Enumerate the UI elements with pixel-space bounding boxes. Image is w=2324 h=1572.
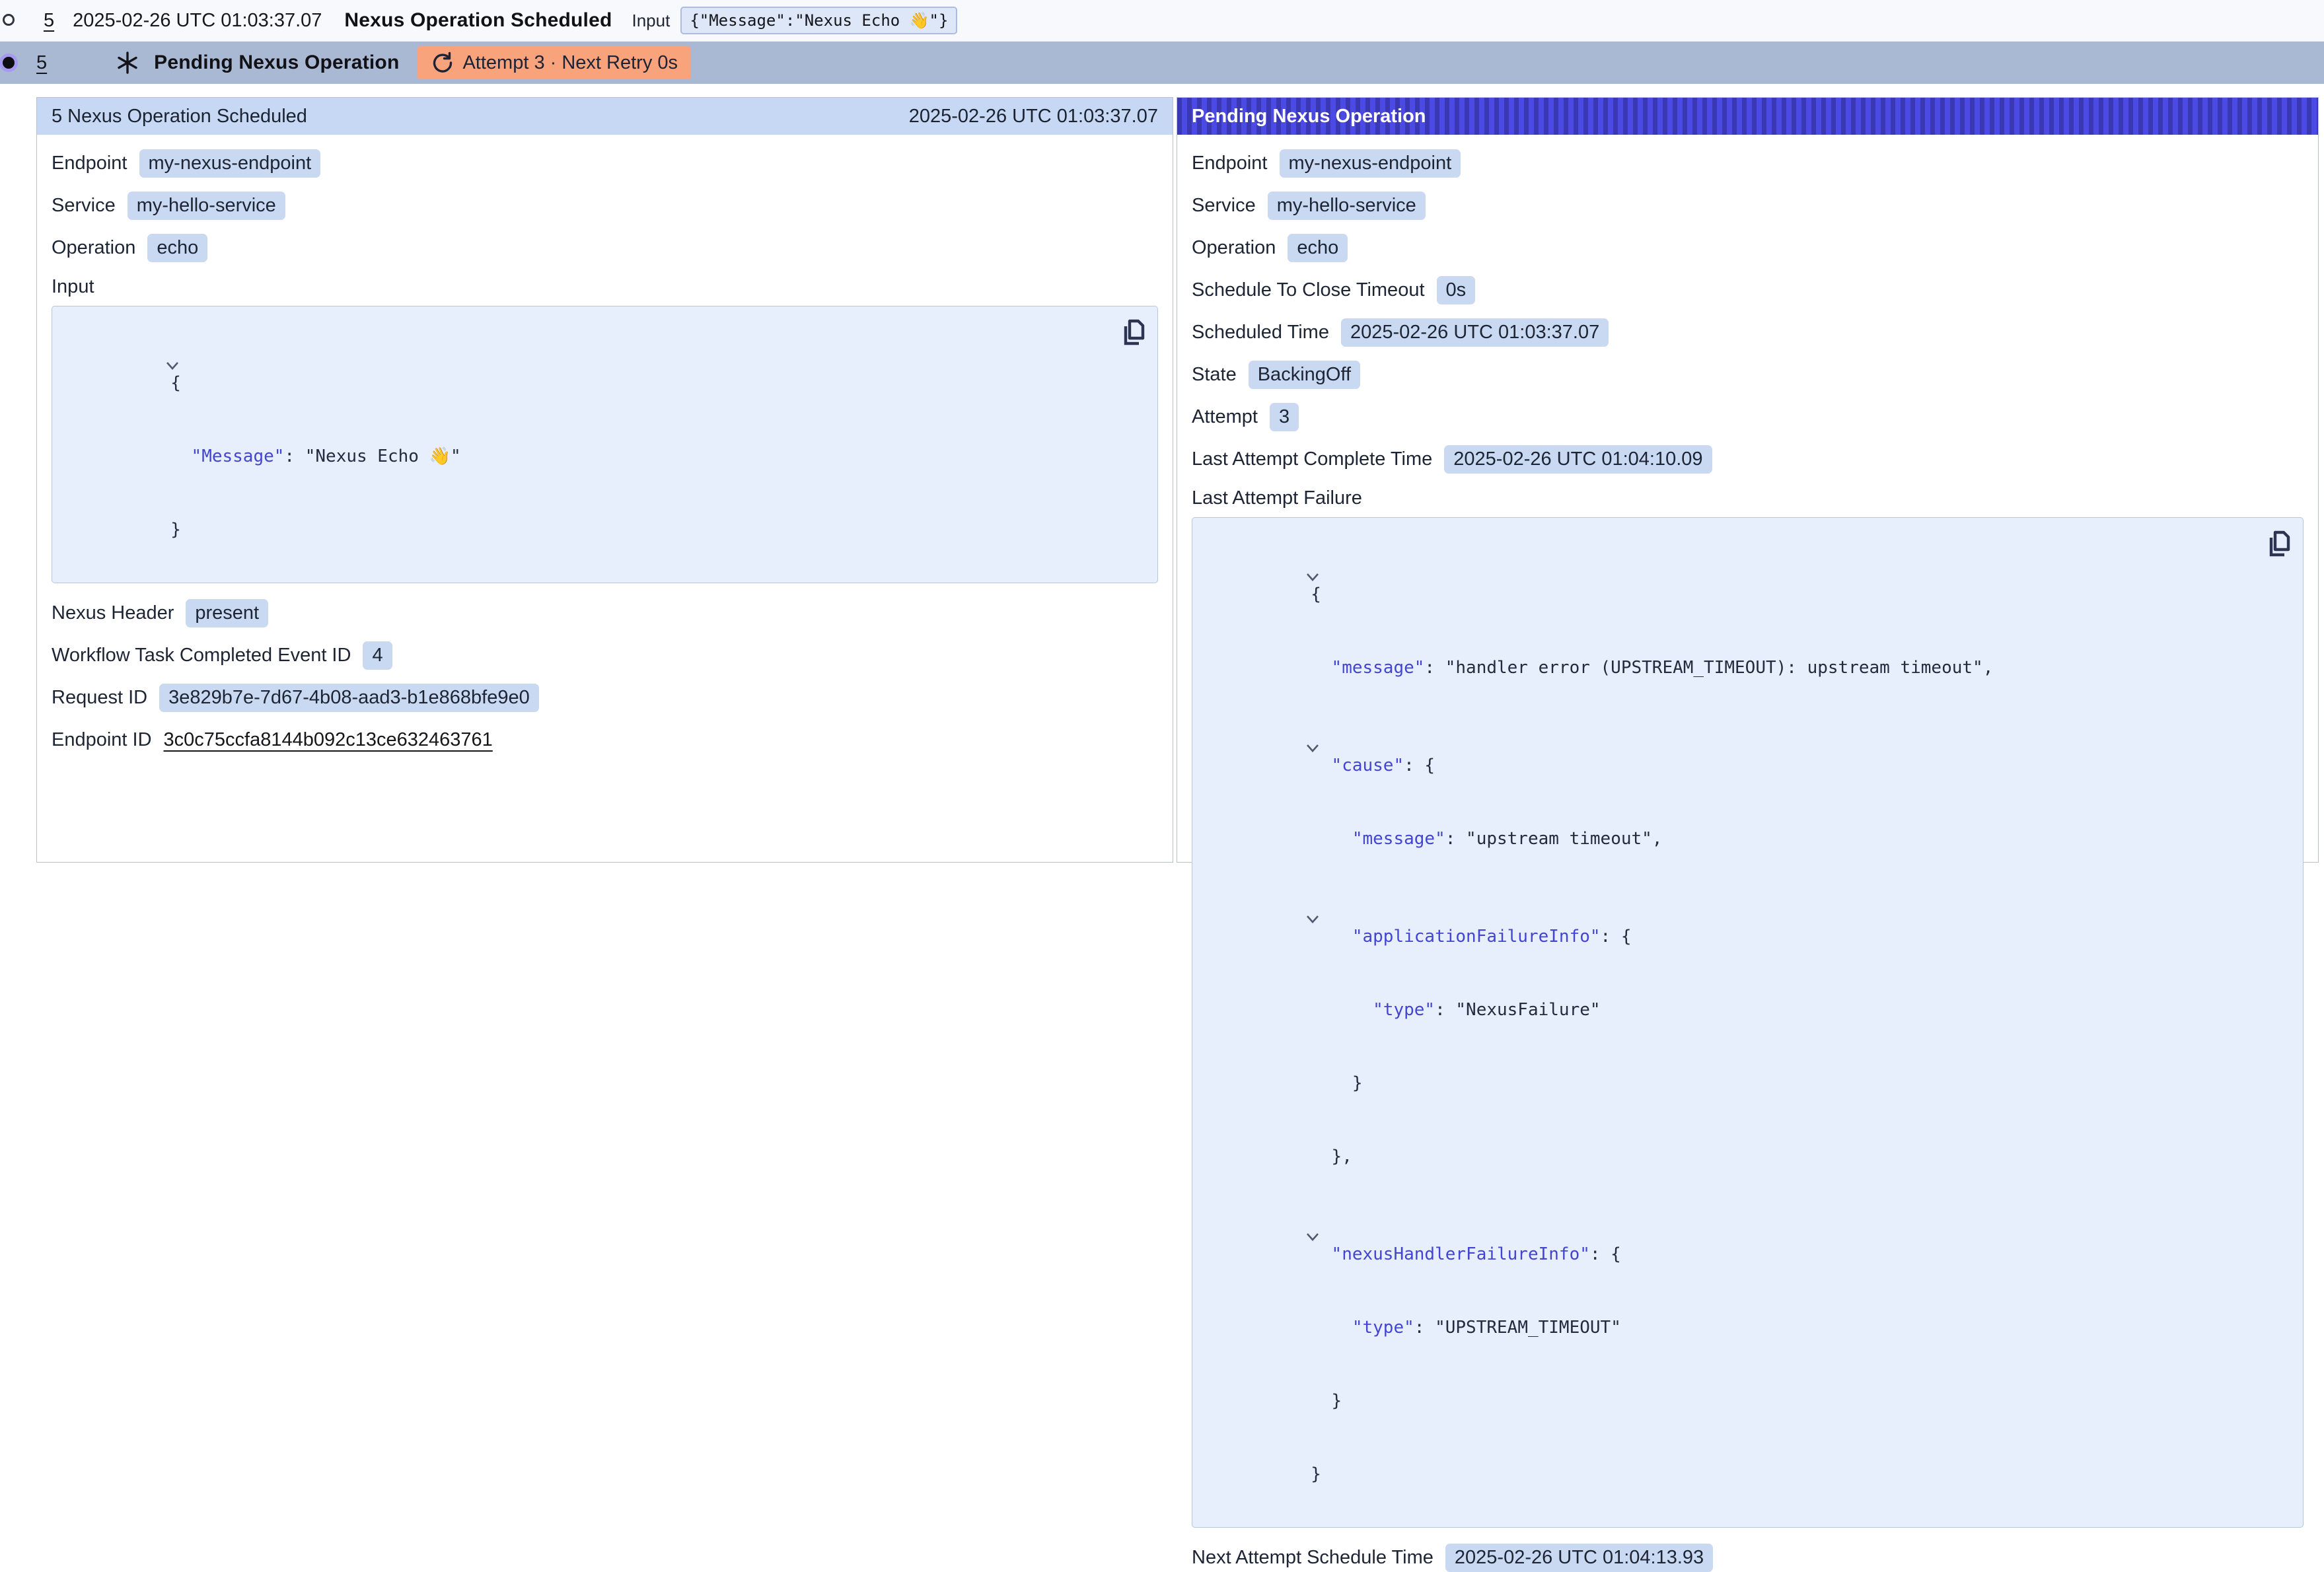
event-detail-header-title: 5 Nexus Operation Scheduled: [52, 106, 307, 127]
field-next-attempt-schedule-time: Next Attempt Schedule Time 2025-02-26 UT…: [1192, 1544, 2304, 1572]
event-row-scheduled[interactable]: 5 2025-02-26 UTC 01:03:37.07 Nexus Opera…: [0, 0, 2324, 42]
failure-json-block: { "message": "handler error (UPSTREAM_TI…: [1192, 517, 2304, 1528]
json-line: "Message": "Nexus Echo 👋": [52, 420, 1105, 493]
event-detail-card: 5 Nexus Operation Scheduled 2025-02-26 U…: [36, 97, 1173, 863]
event-timestamp: 2025-02-26 UTC 01:03:37.07: [73, 10, 322, 32]
pending-title: Pending Nexus Operation: [154, 52, 399, 74]
field-value-badge: 0s: [1437, 276, 1476, 304]
collapse-caret-icon[interactable]: [61, 330, 76, 340]
field-endpoint: Endpoint my-nexus-endpoint: [52, 149, 1158, 178]
field-label: Next Attempt Schedule Time: [1192, 1547, 1434, 1569]
field-operation: Operation echo: [52, 234, 1158, 262]
field-endpoint-id: Endpoint ID 3c0c75ccfa8144b092c13ce63246…: [52, 726, 1158, 754]
event-input-preview-chip[interactable]: {"Message":"Nexus Echo 👋"}: [680, 7, 957, 34]
field-label: Endpoint: [52, 153, 127, 174]
collapse-caret-icon[interactable]: [1202, 883, 1216, 894]
field-label: Operation: [52, 237, 135, 259]
pending-asterisk-icon: [116, 51, 139, 75]
json-line: {: [1192, 534, 2250, 631]
field-label: Request ID: [52, 687, 147, 709]
pending-operation-card: Pending Nexus Operation Endpoint my-nexu…: [1177, 97, 2319, 863]
event-input-label: Input: [632, 11, 671, 31]
input-json-block: { "Message": "Nexus Echo 👋" }: [52, 306, 1158, 583]
field-workflow-task-completed-event-id: Workflow Task Completed Event ID 4: [52, 641, 1158, 670]
field-value-badge: 4: [363, 641, 392, 670]
pending-operation-row[interactable]: 5 Pending Nexus Operation Attempt 3 · Ne…: [0, 42, 2324, 84]
field-value-badge: 3e829b7e-7d67-4b08-aad3-b1e868bfe9e0: [159, 684, 539, 712]
json-line: {: [52, 322, 1105, 420]
field-value-badge: my-hello-service: [127, 192, 285, 220]
json-line: "message": "upstream timeout",: [1192, 803, 2250, 876]
pending-operation-header: Pending Nexus Operation: [1177, 98, 2318, 135]
field-attempt: Attempt 3: [1192, 403, 2304, 431]
field-label: Endpoint ID: [52, 729, 152, 751]
field-value-badge: present: [186, 599, 268, 627]
field-state: State BackingOff: [1192, 361, 2304, 389]
field-value-badge: 2025-02-26 UTC 01:04:13.93: [1445, 1544, 1713, 1572]
field-operation: Operation echo: [1192, 234, 2304, 262]
field-schedule-to-close-timeout: Schedule To Close Timeout 0s: [1192, 276, 2304, 304]
field-label: Endpoint: [1192, 153, 1268, 174]
json-line: },: [1192, 1120, 2250, 1194]
field-endpoint: Endpoint my-nexus-endpoint: [1192, 149, 2304, 178]
json-line: "nexusHandlerFailureInfo": {: [1192, 1194, 2250, 1291]
json-line: "cause": {: [1192, 705, 2250, 803]
event-id-link[interactable]: 5: [44, 10, 54, 32]
field-nexus-header: Nexus Header present: [52, 599, 1158, 627]
field-value-badge: my-hello-service: [1268, 192, 1426, 220]
timeline-open-circle-icon: [3, 14, 15, 26]
retry-icon: [431, 52, 453, 74]
field-label: Schedule To Close Timeout: [1192, 279, 1425, 301]
retry-status-badge: Attempt 3 · Next Retry 0s: [418, 46, 691, 79]
json-line: "type": "NexusFailure": [1192, 974, 2250, 1047]
input-section-label: Input: [52, 276, 1158, 298]
collapse-caret-icon[interactable]: [1202, 1201, 1216, 1211]
field-value-badge: 2025-02-26 UTC 01:03:37.07: [1341, 318, 1609, 347]
retry-badge-text: Attempt 3 · Next Retry 0s: [462, 52, 678, 74]
failure-section-label: Last Attempt Failure: [1192, 487, 2304, 509]
field-value-badge: my-nexus-endpoint: [139, 149, 321, 178]
json-line: }: [52, 493, 1105, 567]
json-line: }: [1192, 1438, 2250, 1511]
field-service: Service my-hello-service: [1192, 192, 2304, 220]
event-detail-header-timestamp: 2025-02-26 UTC 01:03:37.07: [909, 106, 1158, 127]
json-line: }: [1192, 1047, 2250, 1120]
json-line: }: [1192, 1365, 2250, 1438]
field-label: Service: [52, 195, 116, 217]
field-value-badge: my-nexus-endpoint: [1280, 149, 1461, 178]
field-last-attempt-complete-time: Last Attempt Complete Time 2025-02-26 UT…: [1192, 445, 2304, 474]
pending-operation-header-title: Pending Nexus Operation: [1192, 106, 1426, 127]
field-value-badge: echo: [147, 234, 207, 262]
field-label: Service: [1192, 195, 1256, 217]
field-value-badge: 3: [1270, 403, 1299, 431]
timeline-filled-circle-icon: [3, 57, 15, 69]
endpoint-id-link[interactable]: 3c0c75ccfa8144b092c13ce632463761: [164, 729, 493, 751]
field-label: Operation: [1192, 237, 1276, 259]
field-label: Scheduled Time: [1192, 322, 1329, 343]
field-service: Service my-hello-service: [52, 192, 1158, 220]
field-label: Workflow Task Completed Event ID: [52, 645, 351, 666]
json-line: "message": "handler error (UPSTREAM_TIME…: [1192, 631, 2250, 705]
event-title: Nexus Operation Scheduled: [344, 9, 612, 32]
field-label: State: [1192, 364, 1237, 386]
json-line: "applicationFailureInfo": {: [1192, 876, 2250, 974]
collapse-caret-icon[interactable]: [1202, 541, 1216, 552]
field-label: Last Attempt Complete Time: [1192, 448, 1432, 470]
copy-icon[interactable]: [1118, 317, 1145, 347]
field-label: Nexus Header: [52, 602, 174, 624]
field-label: Attempt: [1192, 406, 1258, 428]
event-detail-header: 5 Nexus Operation Scheduled 2025-02-26 U…: [37, 98, 1173, 135]
copy-icon[interactable]: [2263, 528, 2291, 559]
field-value-badge: 2025-02-26 UTC 01:04:10.09: [1444, 445, 1712, 474]
field-value-badge: BackingOff: [1249, 361, 1360, 389]
json-line: "type": "UPSTREAM_TIMEOUT": [1192, 1291, 2250, 1365]
field-value-badge: echo: [1288, 234, 1348, 262]
field-request-id: Request ID 3e829b7e-7d67-4b08-aad3-b1e86…: [52, 684, 1158, 712]
pending-id-link[interactable]: 5: [36, 52, 47, 74]
field-scheduled-time: Scheduled Time 2025-02-26 UTC 01:03:37.0…: [1192, 318, 2304, 347]
collapse-caret-icon[interactable]: [1202, 712, 1216, 723]
